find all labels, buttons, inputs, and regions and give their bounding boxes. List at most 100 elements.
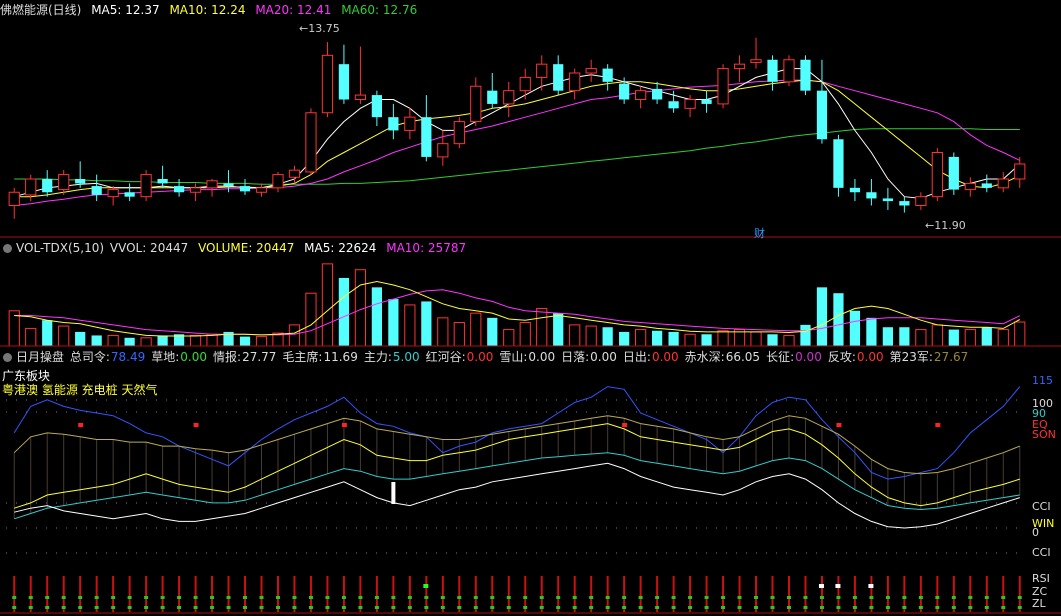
ind-item-label: 长征:: [766, 350, 795, 364]
ind-item-value: 11.69: [323, 350, 358, 364]
candle-body: [585, 68, 597, 74]
zc-tick: [391, 596, 396, 599]
zl-tick: [737, 606, 742, 609]
low-price-label: ←11.90: [925, 219, 966, 232]
zc-tick: [457, 596, 462, 599]
zc-tick: [704, 596, 709, 599]
zc-tick: [12, 596, 17, 599]
candle-body: [733, 63, 746, 70]
zc-tick: [374, 596, 379, 599]
volume-bar: [882, 327, 893, 346]
zc-tick: [94, 596, 99, 599]
panel-toggle-icon[interactable]: [3, 244, 12, 253]
zl-tick: [490, 606, 495, 609]
zc-tick: [935, 596, 940, 599]
ind-item-label: 第23军:: [889, 350, 933, 364]
candle-body: [239, 186, 251, 192]
zc-tick: [819, 596, 824, 599]
volume-header: VOL-TDX(5,10) VVOL: 20447 VOLUME: 20447 …: [0, 240, 472, 256]
zl-tick: [259, 606, 264, 609]
zc-tick: [523, 596, 528, 599]
volume-bar: [42, 320, 53, 346]
price-panel[interactable]: [8, 37, 1026, 219]
volume-bar: [767, 334, 778, 346]
zc-tick: [786, 596, 791, 599]
zc-tick: [852, 596, 857, 599]
zl-tick: [605, 606, 610, 609]
zl-tick: [935, 606, 940, 609]
volume-bar: [239, 336, 251, 346]
candle-body: [272, 174, 284, 189]
volume-bar: [635, 329, 647, 347]
zl-tick: [440, 606, 445, 609]
candle-body: [899, 201, 910, 206]
ind-item-label: 红河谷:: [425, 350, 466, 364]
ind-red-marker: [935, 423, 941, 427]
zc-tick: [984, 596, 989, 599]
volume-bar: [717, 330, 729, 347]
zl-tick: [391, 606, 396, 609]
zc-tick: [1001, 596, 1006, 599]
zc-tick: [803, 596, 808, 599]
zl-tick: [12, 606, 17, 609]
zl-tick: [803, 606, 808, 609]
axis-115: 115: [1032, 374, 1053, 387]
zl-tick: [951, 606, 956, 609]
candle-body: [668, 101, 679, 109]
buy-arrow: [391, 482, 396, 504]
zc-tick: [292, 596, 297, 599]
axis-son: SON: [1032, 428, 1056, 441]
candle-body: [519, 76, 531, 92]
zl-tick: [655, 606, 660, 609]
zl-tick: [292, 606, 297, 609]
zl-tick: [78, 606, 83, 609]
zl-tick: [622, 606, 627, 609]
candle-body: [223, 183, 234, 187]
ind-red-marker: [836, 423, 842, 427]
volume-bar: [189, 334, 202, 347]
ind-item-value: 0.00: [180, 350, 208, 364]
volume-bar: [437, 317, 449, 347]
ind-name[interactable]: 日月操盘: [16, 350, 64, 364]
panel-toggle-icon[interactable]: [3, 353, 12, 362]
indicator-panel[interactable]: [6, 386, 1061, 612]
candle-body: [833, 139, 844, 188]
axis-cci-1: CCI: [1032, 500, 1051, 513]
volume-bar: [421, 301, 432, 346]
finance-event-marker[interactable]: 财: [754, 228, 765, 239]
zc-tick: [111, 596, 116, 599]
ind-item-label: 反攻:: [827, 350, 856, 364]
ind-red-marker: [622, 423, 628, 427]
candle-body: [750, 59, 762, 63]
zl-tick: [243, 606, 248, 609]
ind-item-value: 0.00: [651, 350, 679, 364]
zl-tick: [341, 606, 346, 609]
axis-zl: ZL: [1032, 597, 1046, 610]
candle-body: [717, 68, 729, 105]
zl-tick: [836, 606, 841, 609]
zc-tick: [193, 596, 198, 599]
volume-bar: [750, 331, 762, 347]
stock-name[interactable]: 佛燃能源(日线): [0, 3, 81, 17]
volume-bar: [981, 327, 992, 346]
zl-tick: [177, 606, 182, 609]
ind-item-value: 5.00: [392, 350, 420, 364]
candle-body: [652, 88, 663, 100]
volume-bar: [157, 335, 168, 346]
ind-item-label: 日出:: [622, 350, 651, 364]
candle-body: [487, 90, 498, 104]
zc-tick: [688, 596, 693, 599]
vol-name[interactable]: VOL-TDX(5,10): [16, 241, 104, 255]
volume-bar: [453, 322, 465, 347]
volume-bar: [569, 324, 581, 347]
zl-tick: [144, 606, 149, 609]
axis-zc: ZC: [1032, 585, 1048, 598]
candle-body: [635, 90, 647, 100]
volume-panel[interactable]: [8, 263, 1026, 347]
volume-bar: [948, 329, 959, 346]
ind-item-label: 主力:: [363, 350, 392, 364]
price-header: 佛燃能源(日线) MA5: 12.37 MA10: 12.24 MA20: 12…: [0, 2, 423, 18]
volume-bar: [288, 324, 301, 347]
zc-tick: [605, 596, 610, 599]
volume-bar: [58, 325, 70, 347]
